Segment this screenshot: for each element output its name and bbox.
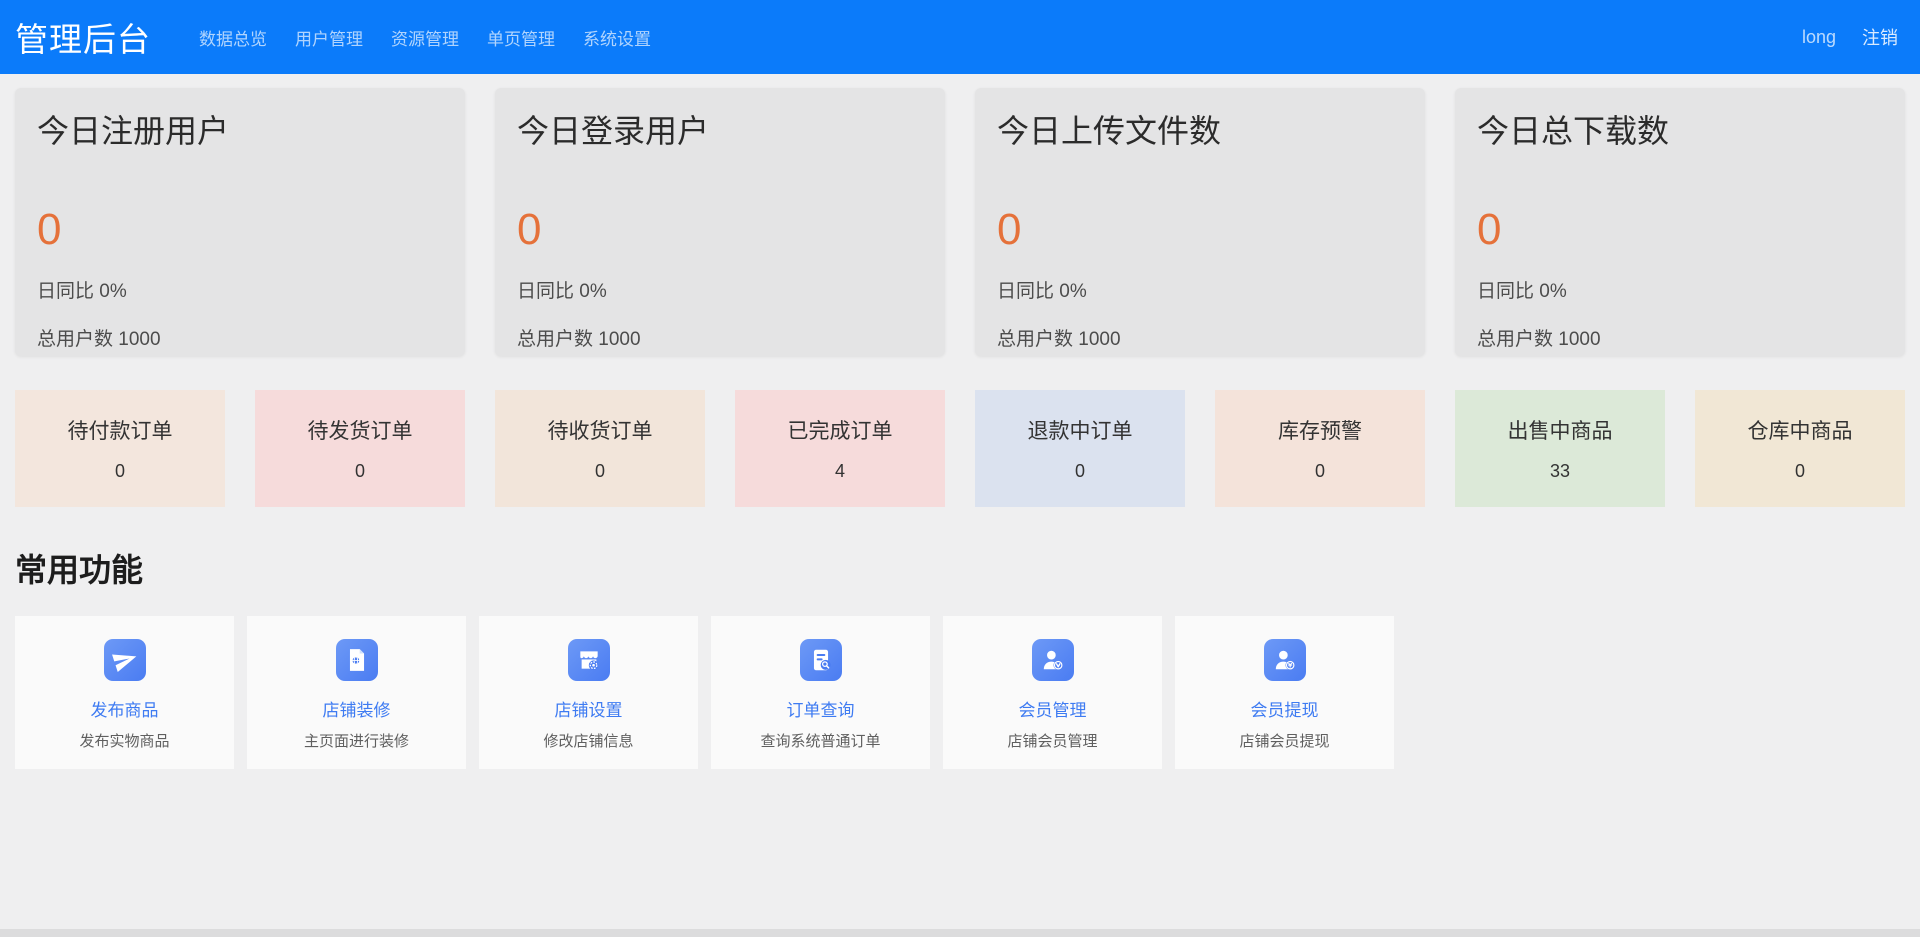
quick-function-subtitle: 店铺会员提现 <box>1239 730 1329 751</box>
order-card-value: 0 <box>355 461 365 482</box>
navbar-right: long 注销 <box>1802 24 1898 50</box>
stat-card-total: 总用户数 1000 <box>517 324 923 351</box>
quick-functions-row: 发布商品 发布实物商品 店铺装修 主页面进行装修 店铺设置 修改店铺信息 订单查… <box>15 616 1905 769</box>
quick-function-title: 订单查询 <box>787 696 855 721</box>
member-withdraw-icon: ¥ <box>1264 639 1306 681</box>
quick-function-subtitle: 店铺会员管理 <box>1007 730 1097 751</box>
order-card-value: 33 <box>1550 461 1570 482</box>
order-card-title: 待付款订单 <box>68 415 173 445</box>
order-card-title: 库存预警 <box>1278 415 1362 445</box>
quick-function-title: 会员管理 <box>1019 696 1087 721</box>
nav-item-4[interactable]: 单页管理 <box>487 25 555 50</box>
quick-function-title: 店铺装修 <box>323 696 391 721</box>
order-status-card[interactable]: 待发货订单 0 <box>255 390 465 507</box>
quick-function-card[interactable]: ¥ 会员提现 店铺会员提现 <box>1175 616 1394 769</box>
horizontal-scrollbar[interactable] <box>0 929 1920 937</box>
order-status-card[interactable]: 出售中商品 33 <box>1455 390 1665 507</box>
quick-function-subtitle: 发布实物商品 <box>79 730 169 751</box>
shop-settings-icon <box>568 639 610 681</box>
stat-card-title: 今日总下载数 <box>1477 113 1883 150</box>
stat-card: 今日登录用户 0 日同比 0% 总用户数 1000 <box>495 88 945 356</box>
stat-card-day-ratio: 日同比 0% <box>1477 276 1883 303</box>
stat-card-day-ratio: 日同比 0% <box>997 276 1403 303</box>
stat-card: 今日总下载数 0 日同比 0% 总用户数 1000 <box>1455 88 1905 356</box>
app-title: 管理后台 <box>15 13 151 61</box>
quick-function-subtitle: 查询系统普通订单 <box>760 730 880 751</box>
order-status-card[interactable]: 退款中订单 0 <box>975 390 1185 507</box>
quick-functions-title: 常用功能 <box>15 545 1905 591</box>
order-card-value: 0 <box>1315 461 1325 482</box>
order-card-value: 4 <box>835 461 845 482</box>
stat-card: 今日上传文件数 0 日同比 0% 总用户数 1000 <box>975 88 1425 356</box>
stat-card-value: 0 <box>997 208 1403 252</box>
order-card-value: 0 <box>595 461 605 482</box>
top-navbar: 管理后台 数据总览 用户管理 资源管理 单页管理 系统设置 long 注销 <box>0 0 1920 74</box>
stats-row: 今日注册用户 0 日同比 0% 总用户数 1000 今日登录用户 0 日同比 0… <box>15 88 1905 356</box>
order-status-card[interactable]: 仓库中商品 0 <box>1695 390 1905 507</box>
order-card-value: 0 <box>1075 461 1085 482</box>
quick-function-card[interactable]: 店铺设置 修改店铺信息 <box>479 616 698 769</box>
stat-card-value: 0 <box>1477 208 1883 252</box>
paper-plane-icon <box>104 639 146 681</box>
stat-card-day-ratio: 日同比 0% <box>517 276 923 303</box>
member-manage-icon <box>1032 639 1074 681</box>
quick-function-title: 店铺设置 <box>555 696 623 721</box>
stat-card-day-ratio: 日同比 0% <box>37 276 443 303</box>
quick-function-card[interactable]: 会员管理 店铺会员管理 <box>943 616 1162 769</box>
stat-card-value: 0 <box>517 208 923 252</box>
username[interactable]: long <box>1802 27 1836 48</box>
order-card-title: 仓库中商品 <box>1748 415 1853 445</box>
quick-function-subtitle: 修改店铺信息 <box>543 730 633 751</box>
order-status-card[interactable]: 待收货订单 0 <box>495 390 705 507</box>
order-card-value: 0 <box>115 461 125 482</box>
order-card-title: 退款中订单 <box>1028 415 1133 445</box>
quick-function-card[interactable]: 订单查询 查询系统普通订单 <box>711 616 930 769</box>
quick-function-title: 会员提现 <box>1251 696 1319 721</box>
logout-link[interactable]: 注销 <box>1862 24 1898 50</box>
order-card-title: 待发货订单 <box>308 415 413 445</box>
order-status-row: 待付款订单 0 待发货订单 0 待收货订单 0 已完成订单 4 退款中订单 0 … <box>15 390 1905 507</box>
order-card-title: 待收货订单 <box>548 415 653 445</box>
main-nav: 数据总览 用户管理 资源管理 单页管理 系统设置 <box>199 25 651 50</box>
stat-card-title: 今日注册用户 <box>37 113 443 150</box>
quick-function-card[interactable]: 发布商品 发布实物商品 <box>15 616 234 769</box>
order-status-card[interactable]: 库存预警 0 <box>1215 390 1425 507</box>
order-card-title: 出售中商品 <box>1508 415 1613 445</box>
nav-item-2[interactable]: 用户管理 <box>295 25 363 50</box>
page-decorate-icon <box>336 639 378 681</box>
order-search-icon <box>800 639 842 681</box>
quick-function-title: 发布商品 <box>91 696 159 721</box>
quick-function-subtitle: 主页面进行装修 <box>304 730 409 751</box>
svg-text:¥: ¥ <box>1287 661 1292 669</box>
nav-item-5[interactable]: 系统设置 <box>583 25 651 50</box>
stat-card: 今日注册用户 0 日同比 0% 总用户数 1000 <box>15 88 465 356</box>
stat-card-total: 总用户数 1000 <box>37 324 443 351</box>
order-card-title: 已完成订单 <box>788 415 893 445</box>
stat-card-title: 今日登录用户 <box>517 113 923 150</box>
stat-card-total: 总用户数 1000 <box>1477 324 1883 351</box>
order-card-value: 0 <box>1795 461 1805 482</box>
stat-card-total: 总用户数 1000 <box>997 324 1403 351</box>
nav-item-1[interactable]: 数据总览 <box>199 25 267 50</box>
stat-card-title: 今日上传文件数 <box>997 113 1403 150</box>
order-status-card[interactable]: 已完成订单 4 <box>735 390 945 507</box>
stat-card-value: 0 <box>37 208 443 252</box>
order-status-card[interactable]: 待付款订单 0 <box>15 390 225 507</box>
quick-function-card[interactable]: 店铺装修 主页面进行装修 <box>247 616 466 769</box>
nav-item-3[interactable]: 资源管理 <box>391 25 459 50</box>
